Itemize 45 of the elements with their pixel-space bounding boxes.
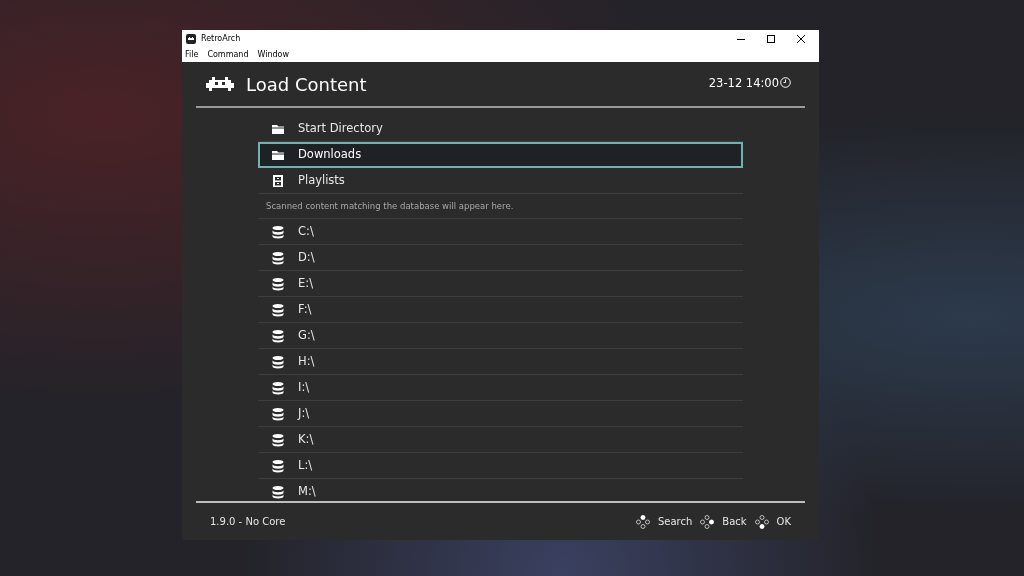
database-icon [271,250,285,265]
gamepad-buttons-icon [754,514,769,529]
menu-entry[interactable]: Playlists [258,168,743,194]
window-title: RetroArch [201,32,241,45]
menu-entry[interactable]: K:\ [258,427,743,453]
menu-entry[interactable]: G:\ [258,323,743,349]
version-status: 1.9.0 - No Core [210,515,286,529]
database-icon [271,328,285,343]
info-text: Scanned content matching the database will appear here. [258,194,743,219]
database-icon [271,354,285,369]
cabinet-icon [271,173,285,188]
database-icon [271,302,285,317]
action-hint[interactable]: Back [722,514,747,529]
database-icon [271,484,285,499]
gamepad-buttons-icon [700,514,715,529]
gamepad-buttons-icon [635,514,650,529]
menu-entry[interactable]: C:\ [258,219,743,245]
menu-entry[interactable]: D:\ [258,245,743,271]
action-hint[interactable]: Search [657,514,693,529]
clock-icon [780,76,791,88]
invader-logo-icon [206,77,234,91]
folder-icon [271,148,285,162]
menu-entry[interactable]: H:\ [258,349,743,375]
menu-entry[interactable]: Downloads [258,142,743,168]
app-icon [186,33,196,44]
database-icon [271,276,285,291]
menu-item[interactable]: File [185,48,199,61]
database-icon [271,458,285,473]
menu-entry[interactable]: E:\ [258,271,743,297]
close-icon [796,33,806,44]
menu-entry[interactable]: L:\ [258,453,743,479]
maximize-icon [766,33,776,44]
database-icon [271,432,285,447]
menu-entry[interactable]: F:\ [258,297,743,323]
menu-entry[interactable]: I:\ [258,375,743,401]
clock-text: 23-12 14:00 [708,75,779,93]
menu-entry[interactable]: M:\ [258,479,743,501]
menu-item[interactable]: Window [257,48,290,61]
database-icon [271,406,285,421]
database-icon [271,224,285,239]
page-title: Load Content [246,72,367,97]
menu-item[interactable]: Command [207,48,249,61]
menu-entry[interactable]: J:\ [258,401,743,427]
action-hint[interactable]: OK [776,514,791,529]
database-icon [271,380,285,395]
